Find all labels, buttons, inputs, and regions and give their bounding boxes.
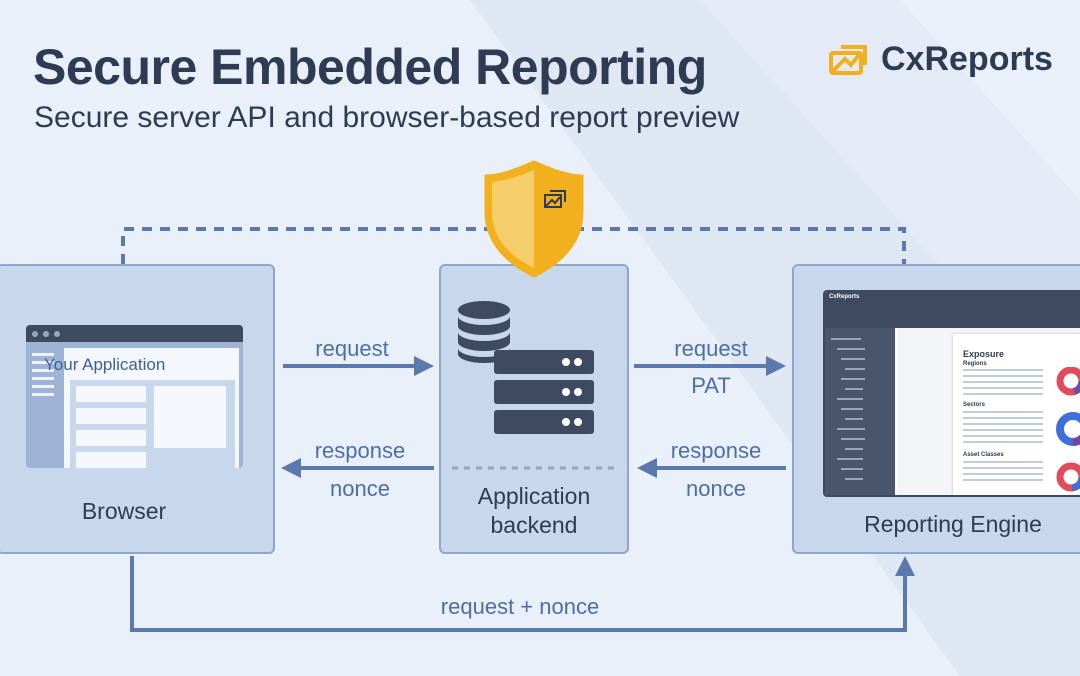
edge-label-request: request xyxy=(315,336,389,361)
edge-label-request-pat-2: PAT xyxy=(691,373,731,398)
edge-label-nonce: nonce xyxy=(330,476,390,501)
edge-label-response: response xyxy=(314,438,406,463)
edge-label-response-nonce-2: nonce xyxy=(686,476,746,501)
diagram-canvas: Secure Embedded Reporting Secure server … xyxy=(0,0,1080,676)
edge-label-response-nonce-1: response xyxy=(670,438,762,463)
edge-label-request-plus-nonce: request + nonce xyxy=(440,594,600,619)
flow-arrows xyxy=(130,356,915,632)
edge-label-request-pat-1: request xyxy=(674,336,748,361)
